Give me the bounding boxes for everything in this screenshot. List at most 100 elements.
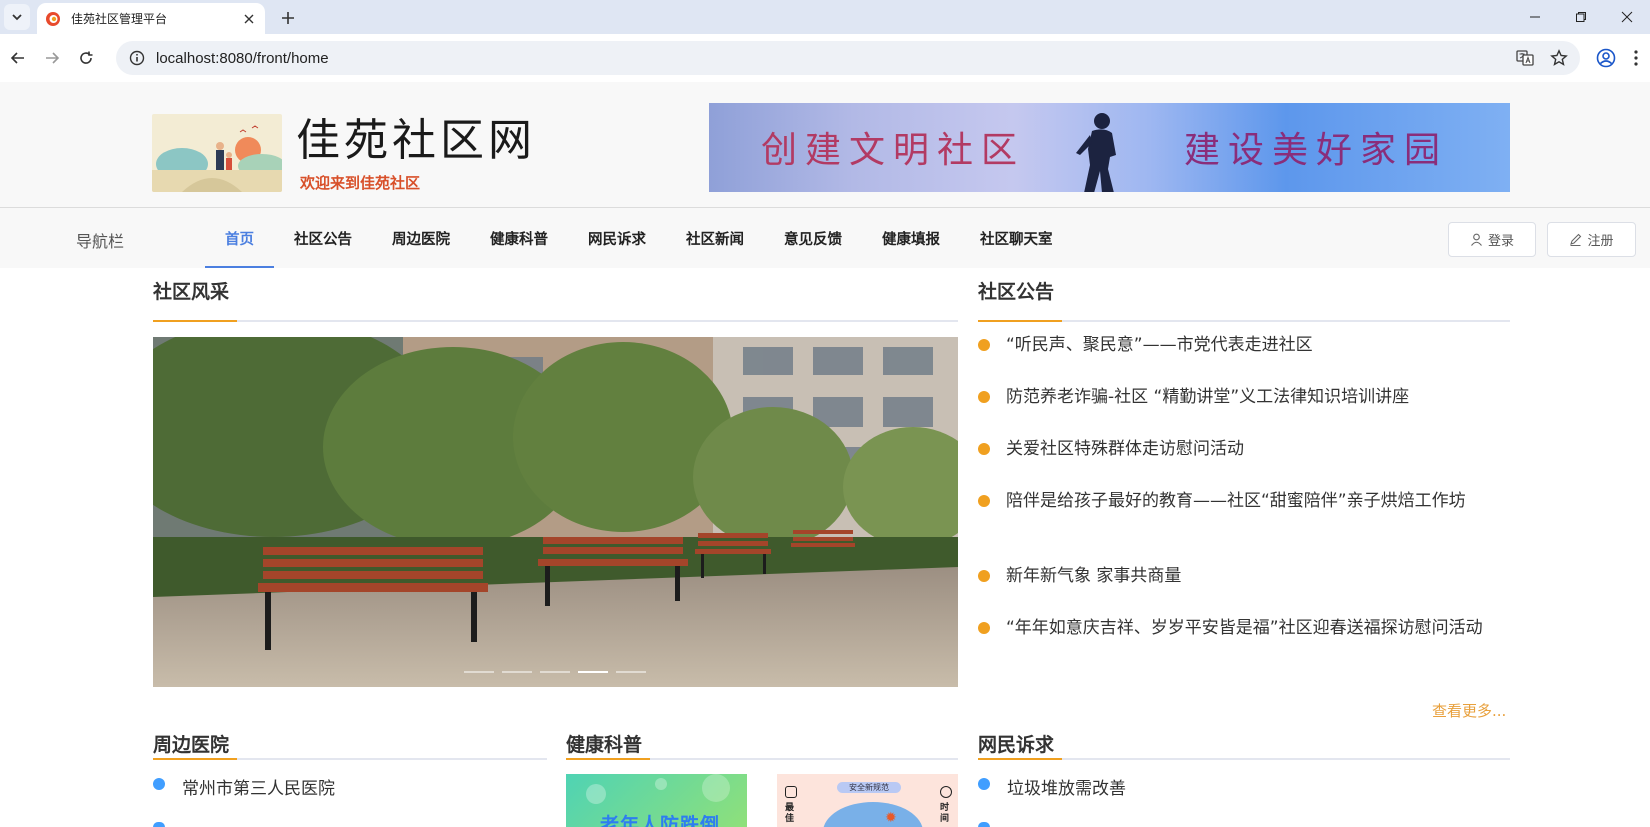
back-button[interactable] [4, 44, 32, 72]
notice-item[interactable]: “年年如意庆吉祥、岁岁平安皆是福”社区迎春送福探访慰问活动 [978, 617, 1510, 640]
translate-icon[interactable] [1512, 45, 1538, 71]
login-label: 登录 [1487, 234, 1514, 249]
carousel-dot[interactable] [540, 671, 570, 673]
login-button[interactable]: 登录 [1448, 222, 1536, 257]
notice-item[interactable]: 关爱社区特殊群体走访慰问活动 [978, 438, 1510, 461]
user-icon [1471, 233, 1482, 246]
appeal-item[interactable]: 垃圾堆放需改善 [978, 774, 1126, 799]
notice-title: “听民声、聚民意”——市党代表走进社区 [1006, 335, 1313, 355]
nav-item-hospitals[interactable]: 周边医院 [372, 208, 470, 268]
account-icon [1596, 48, 1616, 68]
browser-toolbar: localhost:8080/front/home [0, 34, 1650, 82]
bullet-dot [978, 443, 990, 455]
browser-menu-button[interactable] [1626, 44, 1646, 72]
nav-item-news[interactable]: 社区新闻 [666, 208, 764, 268]
carousel-slide-image [153, 337, 958, 687]
notice-item[interactable]: 新年新气象 家事共商量 [978, 565, 1510, 588]
header-banner: 创建文明社区 建设美好家园 [709, 103, 1510, 192]
nav-item-health-report[interactable]: 健康填报 [862, 208, 960, 268]
bullet-dot [153, 778, 165, 790]
new-tab-button[interactable] [276, 6, 300, 30]
tab-title: 佳苑社区管理平台 [71, 12, 168, 26]
forward-button[interactable] [38, 44, 66, 72]
bullet-dot [978, 778, 990, 790]
site-info-icon[interactable] [122, 50, 152, 66]
bullet-dot [978, 570, 990, 582]
more-vertical-icon [1634, 50, 1638, 66]
banner-slogan-right: 建设美好家园 [1184, 130, 1449, 171]
banner-slogan-left: 创建文明社区 [761, 130, 1026, 171]
chat-icon [785, 786, 797, 798]
site-favicon-icon [46, 11, 60, 26]
health-card-right-text: 时间 [940, 803, 950, 824]
nav-item-appeals[interactable]: 网民诉求 [568, 208, 666, 268]
notice-item[interactable]: 陪伴是给孩子最好的教育——社区“甜蜜陪伴”亲子烘焙工作坊 [978, 490, 1510, 513]
reload-button[interactable] [72, 44, 100, 72]
bullet-dot [978, 822, 990, 827]
nav-item-health[interactable]: 健康科普 [470, 208, 568, 268]
notice-title: 陪伴是给孩子最好的教育——社区“甜蜜陪伴”亲子烘焙工作坊 [1006, 491, 1466, 511]
nav-item-chatroom[interactable]: 社区聊天室 [960, 208, 1073, 268]
chevron-down-icon [12, 14, 22, 21]
carousel-indicators [464, 671, 646, 673]
bullet-dot [978, 495, 990, 507]
section-title-notices: 社区公告 [978, 281, 1055, 303]
notice-title: 新年新气象 家事共商量 [1006, 566, 1182, 586]
star-icon[interactable] [1546, 45, 1572, 71]
section-rule-health [566, 758, 958, 760]
page: 佳苑社区网 欢迎来到佳苑社区 创建文明社区 建设美好家园 导航栏 首页 社区公告… [0, 82, 1650, 827]
address-bar[interactable]: localhost:8080/front/home [116, 41, 1580, 75]
nav-item-feedback[interactable]: 意见反馈 [764, 208, 862, 268]
hospital-item[interactable]: 常州市第三人民医院 [153, 774, 335, 799]
notice-item[interactable]: 防范养老诈骗-社区 “精勤讲堂”义工法律知识培训讲座 [978, 386, 1510, 409]
nav-item-home[interactable]: 首页 [205, 208, 274, 268]
bullet-dot [978, 339, 990, 351]
close-window-button[interactable] [1604, 0, 1650, 34]
browser-tab-active[interactable]: 佳苑社区管理平台 [37, 3, 265, 34]
health-card-left-text: 最佳 [785, 803, 795, 824]
section-title-health: 健康科普 [566, 734, 643, 756]
health-card[interactable]: 安全新规范 最佳 时间 ✹ [777, 774, 958, 827]
appeal-title: 垃圾堆放需改善 [1007, 779, 1126, 799]
carousel-dot[interactable] [616, 671, 646, 673]
tab-search-button[interactable] [4, 4, 30, 30]
nav-label: 导航栏 [76, 232, 125, 251]
site-header: 佳苑社区网 欢迎来到佳苑社区 创建文明社区 建设美好家园 [0, 82, 1650, 208]
section-title-appeals: 网民诉求 [978, 734, 1055, 756]
showcase-carousel[interactable] [153, 337, 958, 687]
health-card[interactable]: 老年人防跌倒 [566, 774, 747, 827]
window-controls [1512, 0, 1650, 34]
restore-button[interactable] [1558, 0, 1604, 34]
clock-icon [940, 786, 952, 798]
carousel-dot[interactable] [502, 671, 532, 673]
health-card-caption: 安全新规范 [837, 782, 901, 793]
section-rule-appeals [978, 758, 1510, 760]
profile-button[interactable] [1592, 44, 1620, 72]
site-title: 佳苑社区网 [296, 115, 536, 166]
close-icon[interactable] [241, 11, 257, 27]
runner-silhouette-icon [1076, 113, 1116, 192]
notices-more-link[interactable]: 查看更多... [1432, 700, 1506, 721]
bullet-dot [153, 822, 165, 827]
register-label: 注册 [1587, 234, 1614, 249]
illustration-circle [823, 802, 923, 827]
register-button[interactable]: 注册 [1547, 222, 1636, 257]
arrow-left-icon [10, 52, 24, 64]
main-navbar: 导航栏 首页 社区公告 周边医院 健康科普 网民诉求 社区新闻 意见反馈 健康填… [0, 208, 1650, 268]
carousel-dot[interactable] [464, 671, 494, 673]
notice-title: “年年如意庆吉祥、岁岁平安皆是福”社区迎春送福探访慰问活动 [1006, 618, 1483, 638]
url-text[interactable]: localhost:8080/front/home [156, 50, 329, 67]
nav-item-notices[interactable]: 社区公告 [274, 208, 372, 268]
section-rule-showcase [153, 320, 958, 322]
nav-menu: 首页 社区公告 周边医院 健康科普 网民诉求 社区新闻 意见反馈 健康填报 社区… [205, 208, 1073, 268]
minimize-button[interactable] [1512, 0, 1558, 34]
bullet-dot [978, 391, 990, 403]
browser-tabstrip: 佳苑社区管理平台 [0, 0, 1650, 34]
reload-icon [80, 51, 93, 64]
site-subtitle: 欢迎来到佳苑社区 [300, 174, 421, 192]
notice-item[interactable]: “听民声、聚民意”——市党代表走进社区 [978, 334, 1510, 357]
section-title-showcase: 社区风采 [153, 281, 230, 303]
edit-icon [1570, 233, 1582, 246]
notice-title: 关爱社区特殊群体走访慰问活动 [1006, 439, 1244, 459]
carousel-dot-active[interactable] [578, 671, 608, 673]
